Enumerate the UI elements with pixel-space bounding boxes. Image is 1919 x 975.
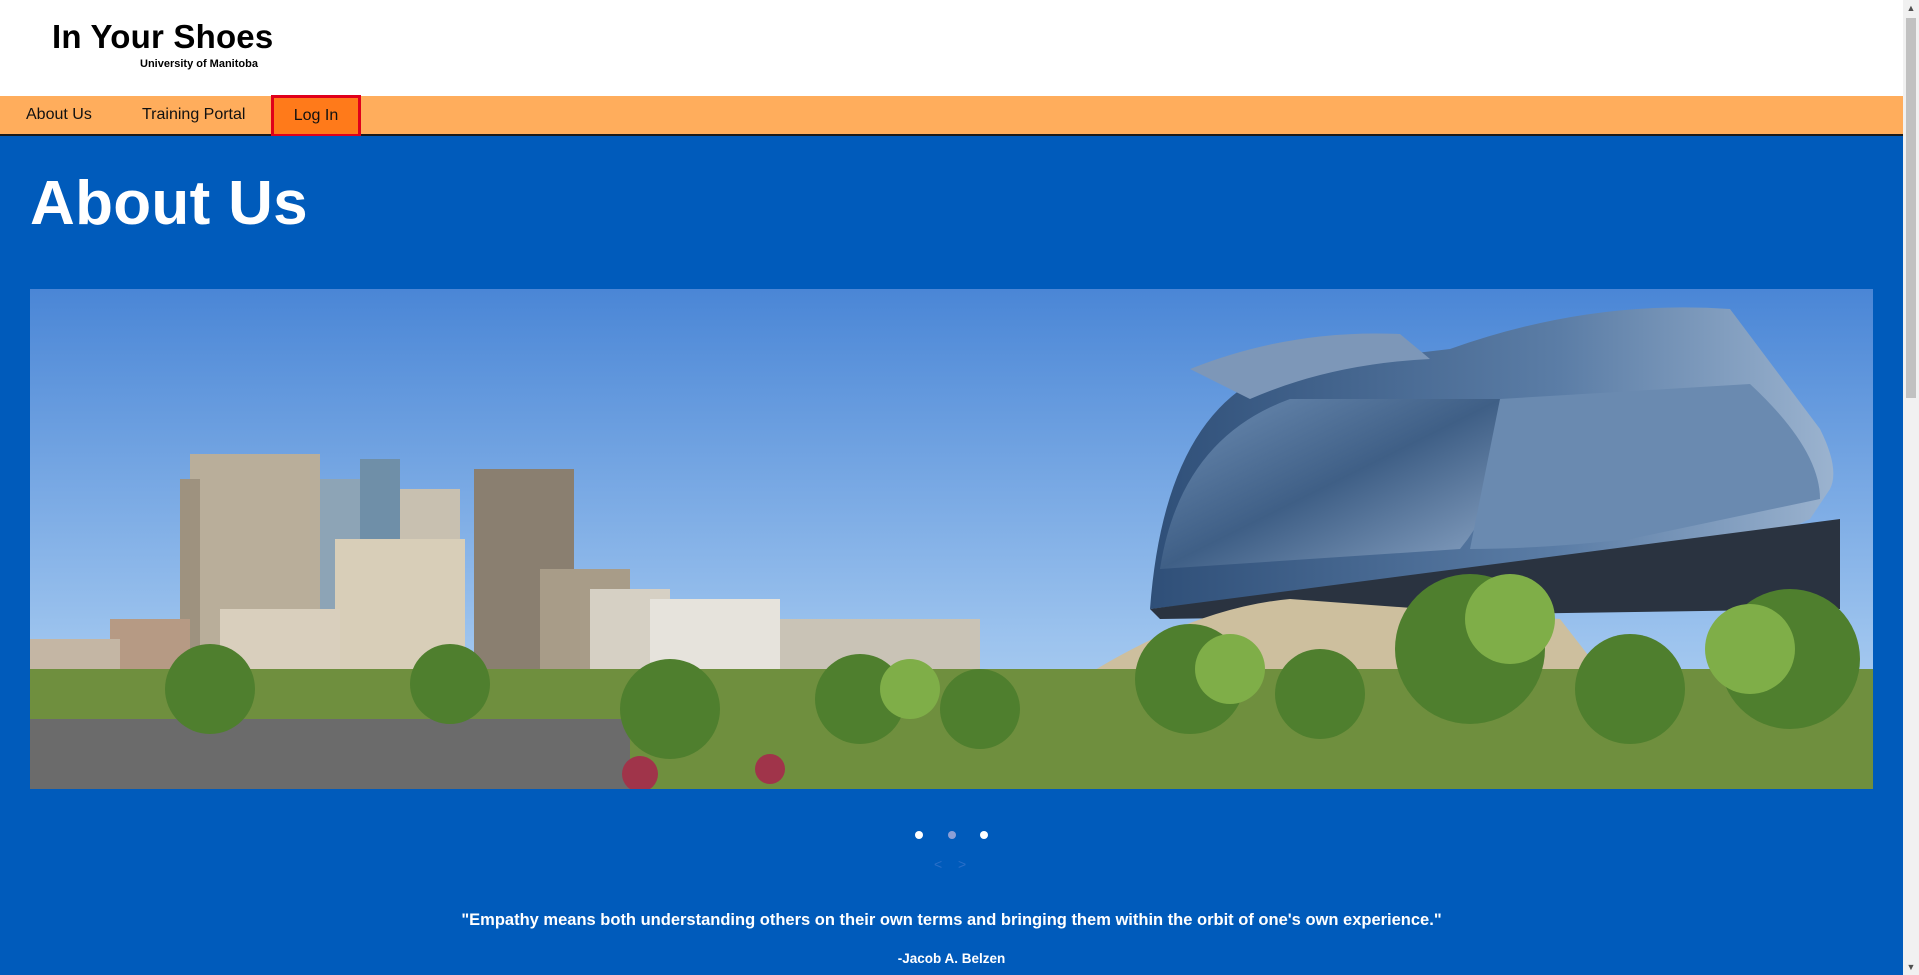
carousel-controls: < > [920,856,984,876]
site-subtitle: University of Manitoba [140,58,258,70]
scroll-thumb[interactable] [1906,18,1916,398]
scroll-up-arrow-icon[interactable]: ▲ [1903,0,1919,16]
scroll-down-arrow-icon[interactable]: ▼ [1903,959,1919,975]
carousel-dot-2[interactable] [947,830,956,839]
image-carousel[interactable] [30,289,1873,789]
site-header: In Your Shoes University of Manitoba [0,0,1903,96]
carousel-dot-3[interactable] [979,830,988,839]
carousel-slide-image [30,289,1873,789]
nav-training-portal[interactable]: Training Portal [142,96,245,134]
main-nav: About Us Training Portal Log In [0,95,1903,137]
carousel-next-button[interactable]: > [958,856,966,872]
nav-about-us[interactable]: About Us [26,96,92,134]
nav-log-in[interactable]: Log In [271,95,361,137]
carousel-prev-button[interactable]: < [934,856,942,872]
page: In Your Shoes University of Manitoba Abo… [0,0,1903,975]
page-title: About Us [30,169,308,238]
carousel-dot-1[interactable] [915,830,924,839]
main-content: About Us < > "Empathy means both underst… [0,136,1903,975]
quote-author: -Jacob A. Belzen [897,951,1006,966]
site-title[interactable]: In Your Shoes [52,18,273,56]
carousel-indicators [0,826,1903,840]
vertical-scrollbar[interactable]: ▲ ▼ [1903,0,1919,975]
empathy-quote: "Empathy means both understanding others… [461,911,1442,929]
